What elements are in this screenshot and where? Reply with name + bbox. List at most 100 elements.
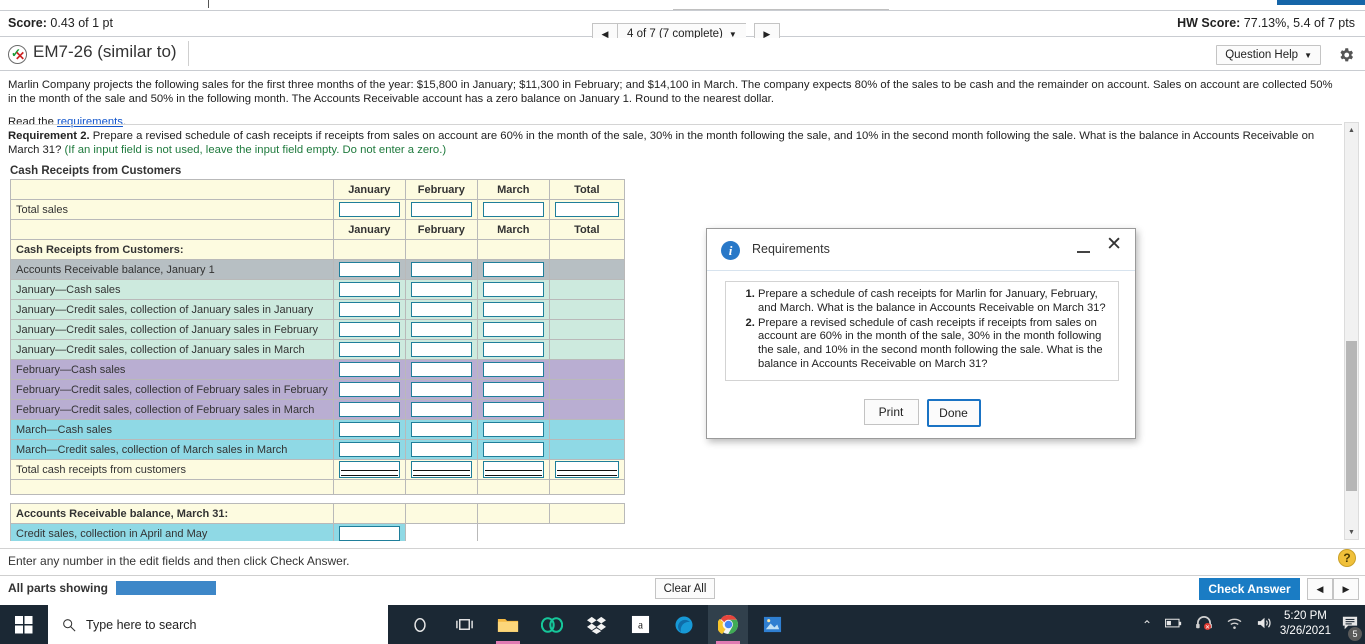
cell-january[interactable] bbox=[332, 359, 406, 380]
amazon-icon[interactable]: a bbox=[620, 605, 660, 644]
input-field[interactable] bbox=[482, 422, 544, 437]
clear-all-button[interactable]: Clear All bbox=[655, 578, 715, 599]
input-field[interactable] bbox=[482, 382, 544, 397]
cell-february[interactable] bbox=[404, 299, 478, 320]
cell-march[interactable] bbox=[476, 379, 550, 400]
cell-february[interactable] bbox=[404, 419, 478, 440]
input-field[interactable] bbox=[410, 282, 472, 297]
wifi-icon[interactable] bbox=[1226, 617, 1243, 633]
input-field[interactable] bbox=[338, 422, 400, 437]
cell-march[interactable] bbox=[476, 319, 550, 340]
content-scrollbar[interactable]: ▲ ▼ bbox=[1344, 122, 1359, 540]
cell-march[interactable] bbox=[476, 359, 550, 380]
done-button[interactable]: Done bbox=[926, 399, 981, 427]
input-field[interactable] bbox=[410, 302, 472, 317]
input-field[interactable] bbox=[482, 461, 544, 478]
volume-icon[interactable] bbox=[1256, 616, 1273, 633]
input-field[interactable] bbox=[410, 202, 472, 217]
cell-january[interactable] bbox=[332, 459, 406, 480]
battery-icon[interactable] bbox=[1164, 618, 1182, 632]
bottom-nav-buttons[interactable]: ◀ ▶ bbox=[1307, 578, 1359, 600]
cell-january[interactable] bbox=[332, 339, 406, 360]
input-field[interactable] bbox=[554, 461, 619, 478]
input-field[interactable] bbox=[482, 342, 544, 357]
input-field[interactable] bbox=[410, 262, 472, 277]
taskbar-clock[interactable]: 5:20 PM 3/26/2021 bbox=[1280, 609, 1331, 639]
cell-february[interactable] bbox=[404, 459, 478, 480]
cell-january[interactable] bbox=[332, 399, 406, 420]
cell-february[interactable] bbox=[404, 439, 478, 460]
input-field[interactable] bbox=[338, 382, 400, 397]
input-field[interactable] bbox=[482, 302, 544, 317]
cell-march[interactable] bbox=[476, 419, 550, 440]
input-field[interactable] bbox=[338, 402, 400, 417]
cell-february[interactable] bbox=[404, 379, 478, 400]
cell-january[interactable] bbox=[332, 379, 406, 400]
close-icon[interactable]: ✕ bbox=[1106, 235, 1122, 254]
input-field[interactable] bbox=[482, 402, 544, 417]
cell-march[interactable] bbox=[476, 299, 550, 320]
search-input[interactable]: Type here to search bbox=[48, 605, 388, 644]
start-button[interactable] bbox=[0, 605, 48, 644]
cell-march[interactable] bbox=[476, 199, 550, 220]
input-field[interactable] bbox=[482, 442, 544, 457]
cell-march[interactable] bbox=[476, 279, 550, 300]
task-view-icon[interactable] bbox=[444, 605, 484, 644]
cell-march[interactable] bbox=[476, 259, 550, 280]
input-field[interactable] bbox=[482, 282, 544, 297]
check-answer-button[interactable]: Check Answer bbox=[1199, 578, 1300, 600]
cell-march[interactable] bbox=[476, 399, 550, 420]
input-field[interactable] bbox=[338, 322, 400, 337]
cell-january[interactable] bbox=[332, 439, 406, 460]
cell-january[interactable] bbox=[332, 299, 406, 320]
question-help-button[interactable]: Question Help ▼ bbox=[1216, 45, 1321, 65]
input-field[interactable] bbox=[410, 461, 472, 478]
chrome-icon[interactable] bbox=[708, 605, 748, 644]
input-field[interactable] bbox=[410, 342, 472, 357]
input-field[interactable] bbox=[410, 322, 472, 337]
nav-next-button[interactable]: ▶ bbox=[1333, 578, 1359, 600]
input-field[interactable] bbox=[482, 202, 544, 217]
input-field[interactable] bbox=[482, 262, 544, 277]
notifications-button[interactable]: 5 bbox=[1341, 615, 1362, 641]
input-field[interactable] bbox=[410, 382, 472, 397]
scroll-down-button[interactable]: ▼ bbox=[1345, 525, 1358, 539]
edge-icon[interactable] bbox=[664, 605, 704, 644]
input-field[interactable] bbox=[482, 362, 544, 377]
cell-february[interactable] bbox=[404, 199, 478, 220]
input-field[interactable] bbox=[554, 202, 619, 217]
input-field[interactable] bbox=[338, 461, 400, 478]
cell-january[interactable] bbox=[332, 319, 406, 340]
cortana-icon[interactable] bbox=[400, 605, 440, 644]
input-field[interactable] bbox=[410, 362, 472, 377]
dropbox-icon[interactable] bbox=[576, 605, 616, 644]
cell-march[interactable] bbox=[476, 439, 550, 460]
input-field[interactable] bbox=[338, 526, 400, 541]
input-field[interactable] bbox=[410, 402, 472, 417]
minimize-icon[interactable] bbox=[1077, 241, 1091, 255]
cell-february[interactable] bbox=[404, 359, 478, 380]
help-button[interactable]: ? bbox=[1338, 549, 1356, 567]
photos-icon[interactable] bbox=[752, 605, 792, 644]
cell-march[interactable] bbox=[476, 459, 550, 480]
cell-march[interactable] bbox=[476, 339, 550, 360]
cell-total[interactable] bbox=[548, 199, 625, 220]
input-field[interactable] bbox=[482, 322, 544, 337]
scroll-up-button[interactable]: ▲ bbox=[1345, 123, 1358, 137]
opera-icon[interactable] bbox=[532, 605, 572, 644]
input-field[interactable] bbox=[338, 262, 400, 277]
cell-january[interactable] bbox=[332, 279, 406, 300]
scrollbar-thumb[interactable] bbox=[1346, 341, 1357, 491]
cell-february[interactable] bbox=[404, 339, 478, 360]
input-field[interactable] bbox=[410, 422, 472, 437]
cell-total[interactable] bbox=[548, 459, 625, 480]
input-field[interactable] bbox=[338, 362, 400, 377]
cell-february[interactable] bbox=[404, 319, 478, 340]
input-field[interactable] bbox=[338, 302, 400, 317]
show-hidden-icons-chevron[interactable]: ⌃ bbox=[1142, 618, 1152, 632]
nav-prev-button[interactable]: ◀ bbox=[1307, 578, 1333, 600]
input-field[interactable] bbox=[338, 342, 400, 357]
input-field[interactable] bbox=[338, 282, 400, 297]
file-explorer-icon[interactable] bbox=[488, 605, 528, 644]
requirements-link[interactable]: requirements bbox=[57, 116, 123, 128]
